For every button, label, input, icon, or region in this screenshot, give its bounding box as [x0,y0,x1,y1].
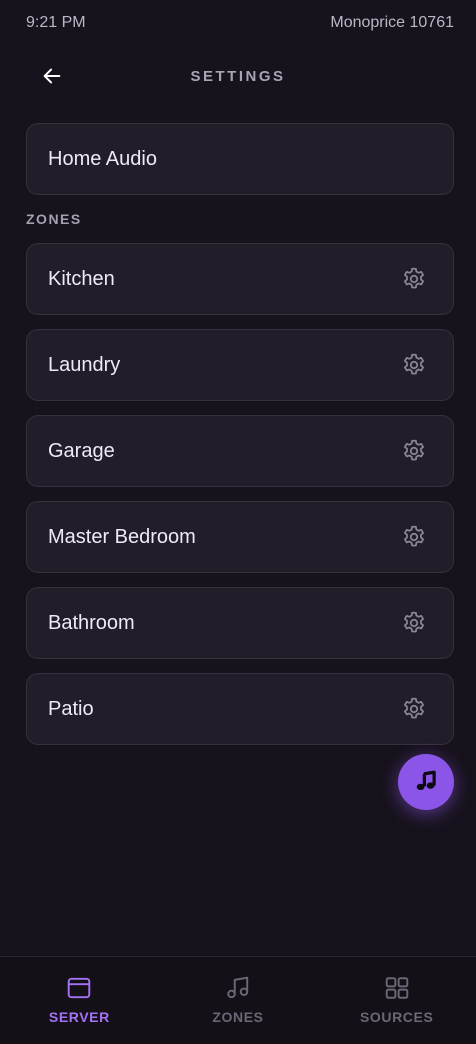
zone-label: Patio [48,697,94,720]
nav-label-sources: SOURCES [359,1009,434,1025]
page-title: SETTINGS [190,67,286,85]
zone-item-kitchen[interactable]: Kitchen [26,243,454,315]
zone-item-garage[interactable]: Garage [26,415,454,487]
status-bar: 9:21 PM Monoprice 10761 [0,0,476,46]
zone-label: Laundry [48,353,121,376]
nav-item-sources[interactable]: SOURCES [317,957,476,1044]
zone-label: Bathroom [48,611,135,634]
gear-icon[interactable] [401,610,427,636]
zone-item-laundry[interactable]: Laundry [26,329,454,401]
status-time: 9:21 PM [26,14,86,31]
status-device-name: Monoprice 10761 [330,14,454,31]
nav-label-server: SERVER [48,1009,110,1025]
gear-icon[interactable] [401,352,427,378]
now-playing-fab[interactable] [398,754,454,810]
bottom-nav: SERVER ZONES SOURCES [0,956,476,1044]
zones-section-label: ZONES [26,211,82,227]
browser-window-icon [68,977,91,999]
gear-icon[interactable] [401,524,427,550]
gear-icon[interactable] [401,266,427,292]
zone-item-master-bedroom[interactable]: Master Bedroom [26,501,454,573]
nav-item-zones[interactable]: ZONES [159,957,318,1044]
gear-icon[interactable] [401,696,427,722]
zone-item-patio[interactable]: Patio [26,673,454,745]
music-note-icon [416,770,436,791]
zone-label: Garage [48,439,115,462]
arrow-left-icon [43,68,61,84]
zone-label: Master Bedroom [48,525,196,548]
grid-icon [385,977,408,999]
gear-icon[interactable] [401,438,427,464]
zone-label: Kitchen [48,267,115,290]
app-header: SETTINGS [0,50,476,102]
music-notes-icon [227,976,249,999]
server-name: Home Audio [48,147,157,170]
nav-item-server[interactable]: SERVER [0,957,159,1044]
zone-item-bathroom[interactable]: Bathroom [26,587,454,659]
back-button[interactable] [32,56,72,96]
server-card-home-audio[interactable]: Home Audio [26,123,454,195]
nav-label-zones: ZONES [212,1009,264,1025]
